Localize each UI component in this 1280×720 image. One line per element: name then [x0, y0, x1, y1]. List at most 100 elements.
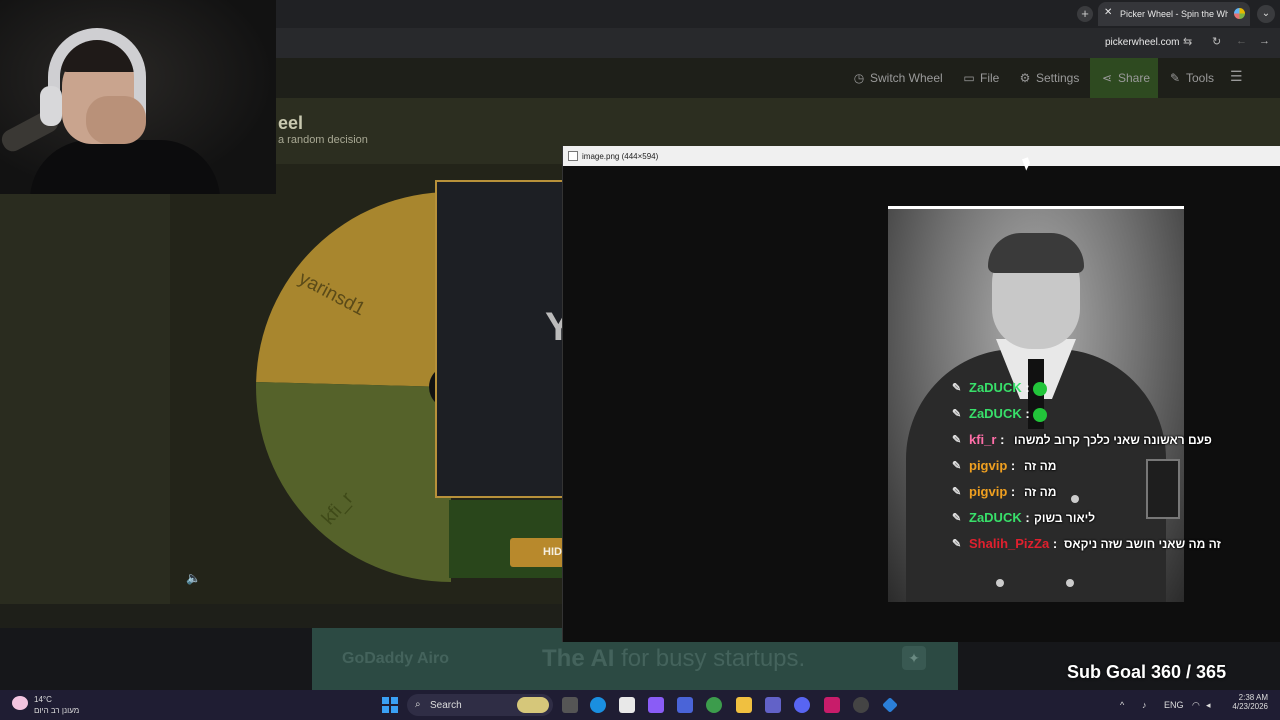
chrome-icon[interactable]	[706, 697, 722, 713]
chat-username: ZaDUCK :	[969, 406, 1048, 422]
hamburger-menu-icon[interactable]: ☰	[1230, 68, 1243, 85]
teams-icon[interactable]	[765, 697, 781, 713]
chat-separator: :	[1021, 380, 1030, 395]
headphone-earcup	[40, 86, 62, 126]
gear-icon: ⚙	[1019, 71, 1031, 85]
sound-icon[interactable]: 🔈	[186, 571, 201, 585]
language-indicator[interactable]: ENG	[1164, 700, 1184, 710]
chat-separator: :	[1007, 458, 1016, 473]
nav-file[interactable]: ▭ File	[962, 71, 999, 85]
back-icon[interactable]: ←	[1236, 35, 1247, 47]
favicon-icon	[1234, 8, 1245, 19]
pencil-icon: ✎	[952, 538, 962, 550]
chat-message: ✎ ZaDUCK :	[944, 376, 1280, 402]
wheel-segment-2	[256, 382, 451, 582]
chat-text: מה זה	[1024, 459, 1057, 473]
emote-icon	[1033, 407, 1048, 422]
chat-text: פעם ראשונה שאני כלכך קרוב למשהו	[1014, 433, 1212, 447]
nav-settings[interactable]: ⚙ Settings	[1018, 71, 1080, 85]
emote-icon	[1033, 381, 1048, 396]
nav-switch-wheel-label: Switch Wheel	[870, 71, 943, 85]
obs-icon[interactable]	[853, 697, 869, 713]
discord-icon[interactable]	[794, 697, 810, 713]
search-highlight-icon	[517, 697, 549, 713]
streamer-shirt	[30, 140, 220, 194]
pencil-icon: ✎	[952, 486, 962, 498]
taskbar-clock[interactable]: 2:38 AM 4/23/2026	[1222, 693, 1268, 711]
photo-button	[1066, 579, 1074, 587]
reload-icon[interactable]: ↻	[1212, 35, 1221, 48]
app-icon[interactable]	[824, 697, 840, 713]
nav-tools[interactable]: ✎ Tools	[1168, 71, 1214, 85]
pencil-icon: ✎	[952, 512, 962, 524]
pencil-icon: ✎	[952, 460, 962, 472]
nav-share[interactable]: ⋖ Share	[1100, 71, 1150, 85]
pencil-icon: ✎	[952, 434, 962, 446]
url-text[interactable]: pickerwheel.com	[1105, 37, 1179, 48]
ad-text-bold: The AI	[542, 645, 615, 672]
ad-logo: GoDaddy Airo	[342, 650, 449, 667]
taskbar-search[interactable]: ⌕ Search	[407, 694, 553, 716]
chat-user: ZaDUCK	[969, 406, 1022, 421]
tab-title: Picker Wheel - Spin the Wheel	[1120, 9, 1228, 19]
chat-username: ZaDUCK :	[969, 510, 1030, 525]
chat-text: זה מה שאני חושב שזה ניקאס	[1064, 537, 1221, 551]
chat-separator: :	[1021, 406, 1030, 421]
close-tab-icon[interactable]: ✕	[1104, 7, 1112, 18]
app-icon[interactable]	[882, 697, 898, 713]
clock-icon: ◷	[853, 71, 865, 85]
chat-separator: :	[1007, 484, 1016, 499]
task-view-icon[interactable]	[562, 697, 578, 713]
store-icon[interactable]	[619, 697, 635, 713]
nav-switch-wheel[interactable]: ◷ Switch Wheel	[852, 71, 943, 85]
hero-subtitle: a random decision	[278, 134, 368, 146]
tab-search-button[interactable]: ⌄	[1257, 5, 1275, 23]
chat-message: ✎ Shalih_PizZa : זה מה שאני חושב שזה ניק…	[944, 532, 1280, 558]
start-button[interactable]	[382, 697, 398, 713]
mic-icon[interactable]: ♪	[1142, 700, 1147, 710]
chat-message: ✎ ZaDUCK :	[944, 402, 1280, 428]
wheel-segment-1	[256, 192, 451, 387]
image-viewer-titlebar[interactable]: image.png (444×594)	[563, 146, 1280, 166]
search-icon: ⌕	[415, 699, 421, 710]
folder-icon: ▭	[963, 71, 975, 85]
browser-tab[interactable]: ✕ Picker Wheel - Spin the Wheel	[1098, 2, 1250, 26]
magic-wand-icon: ✦	[902, 646, 926, 670]
windows-taskbar: 14°C מעונן רב היום ⌕ Search ^ ♪ ENG ◠ ◂ …	[0, 690, 1280, 720]
pencil-icon: ✎	[952, 382, 962, 394]
chat-message: ✎ kfi_r : פעם ראשונה שאני כלכך קרוב למשה…	[944, 428, 1280, 454]
file-explorer-icon[interactable]	[736, 697, 752, 713]
site-settings-icon[interactable]: ⇆	[1183, 35, 1192, 48]
chat-user: pigvip	[969, 484, 1008, 499]
nav-file-label: File	[980, 71, 1000, 85]
chat-username: ZaDUCK :	[969, 380, 1048, 396]
chat-user: ZaDUCK	[969, 380, 1022, 395]
webcam-overlay	[0, 0, 276, 194]
search-label: Search	[430, 700, 462, 711]
app-icon[interactable]	[677, 697, 693, 713]
stream-chat: ✎ ZaDUCK : ✎ ZaDUCK : ✎ kfi_r : פעם ראשו…	[944, 376, 1280, 558]
new-tab-button[interactable]: +	[1077, 6, 1093, 22]
chat-separator: :	[1049, 536, 1058, 551]
chevron-up-icon[interactable]: ^	[1120, 700, 1124, 710]
wrench-icon: ✎	[1169, 71, 1181, 85]
windows-logo-icon	[382, 697, 389, 704]
image-file-icon	[568, 151, 578, 161]
pencil-icon: ✎	[952, 408, 962, 420]
image-viewer-title: image.png (444×594)	[582, 152, 659, 161]
forward-icon[interactable]: →	[1259, 35, 1270, 47]
wifi-icon[interactable]: ◠	[1192, 700, 1200, 711]
chat-message: ✎ pigvip : מה זה	[944, 480, 1280, 506]
volume-icon[interactable]: ◂	[1206, 700, 1211, 711]
nav-settings-label: Settings	[1036, 71, 1080, 85]
weather-condition: מעונן רב היום	[34, 706, 80, 715]
hide-button[interactable]: HID	[510, 538, 566, 567]
chat-separator: :	[1021, 510, 1030, 525]
chat-user: Shalih_PizZa	[969, 536, 1050, 551]
weather-temperature: 14°C	[34, 695, 52, 704]
app-icon[interactable]	[648, 697, 664, 713]
chat-message: ✎ ZaDUCK : ליאור בשוק	[944, 506, 1280, 532]
nav-tools-label: Tools	[1186, 71, 1215, 85]
chat-username: kfi_r :	[969, 432, 1004, 447]
edge-icon[interactable]	[590, 697, 606, 713]
